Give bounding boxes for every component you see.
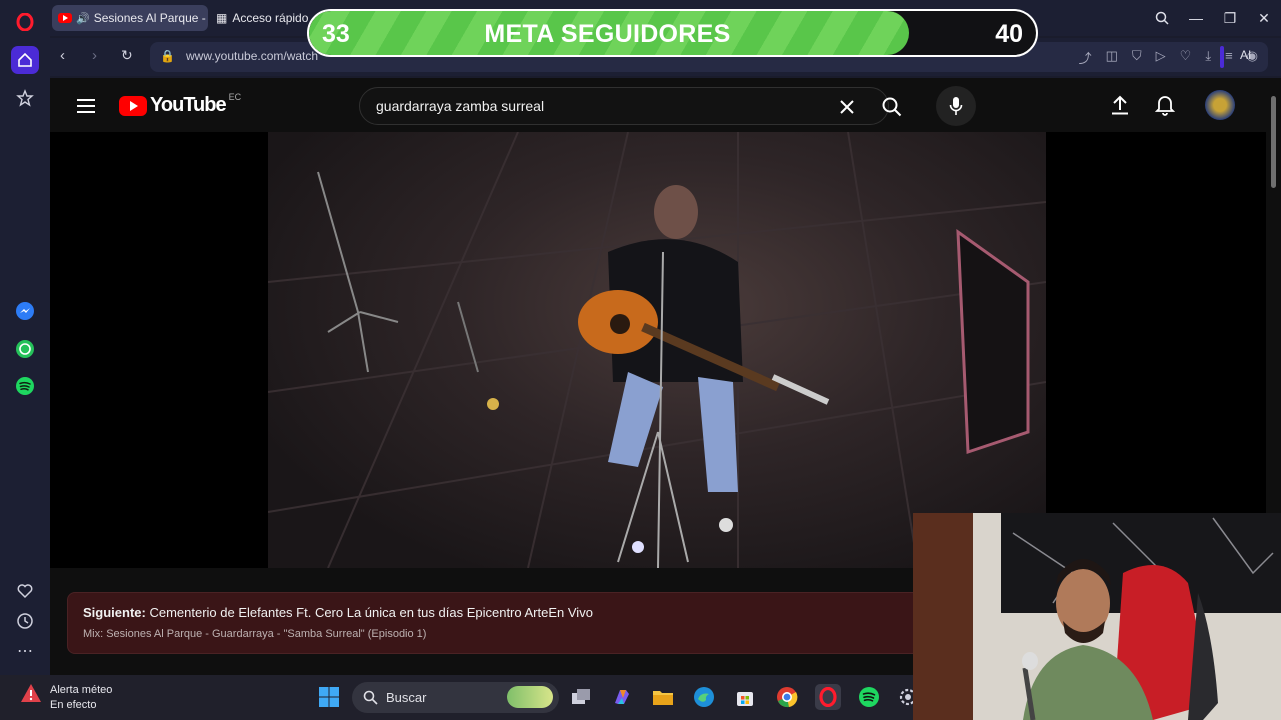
country-code: EC (228, 91, 242, 102)
address-actions: ⤴ ◫ ⛉ ▷ ♡ ⤓ ≡ ◉ (1079, 48, 1258, 67)
hamburger-menu-icon[interactable] (74, 94, 98, 118)
lock-icon[interactable]: 🔒 (160, 49, 175, 63)
camera-icon[interactable]: ◫ (1106, 48, 1118, 67)
webcam-overlay (913, 513, 1281, 720)
search-highlight-icon (507, 686, 553, 708)
screen: ⋯ 🔊 Sesiones Al Parque - G ▦ Acceso rápi… (0, 0, 1281, 720)
performer-scene (267, 132, 1047, 568)
forward-icon[interactable]: › (92, 47, 97, 64)
youtube-header: YouTube EC (50, 78, 1266, 134)
youtube-logo[interactable]: YouTube EC (119, 91, 242, 117)
goal-target: 40 (995, 20, 1023, 48)
url-text: www.youtube.com/watch (186, 49, 319, 63)
bell-icon[interactable] (1153, 93, 1177, 117)
search-tabs-icon[interactable] (1145, 0, 1179, 36)
tab-label: Sesiones Al Parque - G (93, 11, 208, 25)
up-next-card[interactable]: Siguiente: Cementerio de Elefantes Ft. C… (67, 592, 927, 654)
play-icon[interactable]: ▷ (1156, 48, 1166, 67)
maximize-button[interactable]: ❐ (1213, 0, 1247, 36)
grid-icon: ▦ (216, 11, 228, 25)
tab-label: Acceso rápido (232, 11, 309, 25)
messenger-icon[interactable] (11, 297, 39, 325)
menu-icon[interactable]: ≡ (1225, 48, 1233, 67)
download-icon[interactable]: ⤓ (1205, 48, 1211, 67)
sidebar-accent (1220, 46, 1224, 68)
back-icon[interactable]: ‹ (60, 47, 65, 64)
warning-icon (21, 684, 41, 702)
taskbar-search-label: Buscar (386, 690, 427, 705)
speaker-icon[interactable]: 🔊 (76, 12, 90, 25)
opera-taskbar-icon[interactable] (815, 684, 841, 710)
up-next-title-line: Siguiente: Cementerio de Elefantes Ft. C… (83, 605, 593, 620)
weather-widget[interactable]: Alerta méteo En efecto (20, 683, 112, 713)
more-icon[interactable]: ⋯ (11, 637, 39, 665)
task-view-icon[interactable] (568, 684, 594, 710)
history-icon[interactable] (11, 607, 39, 635)
windows-start-icon[interactable] (316, 684, 342, 710)
follower-goal-overlay: 33 META SEGUIDORES 40 (307, 9, 1038, 57)
clear-search-icon[interactable] (836, 96, 858, 118)
youtube-icon (58, 13, 72, 23)
heart-icon[interactable] (11, 577, 39, 605)
favorite-icon[interactable]: ♡ (1180, 48, 1192, 67)
chrome-icon[interactable] (774, 684, 800, 710)
streamer-webcam (913, 513, 1281, 720)
upload-icon[interactable] (1108, 93, 1132, 117)
reload-icon[interactable]: ↻ (121, 47, 133, 64)
opera-sidebar: ⋯ (0, 0, 50, 675)
youtube-icon (119, 95, 147, 116)
opera-logo-icon[interactable] (11, 8, 39, 36)
avatar[interactable] (1205, 90, 1235, 120)
shield-icon[interactable]: ⛉ (1132, 48, 1142, 67)
share-icon[interactable]: ⤴ (1079, 48, 1092, 67)
store-icon[interactable] (732, 684, 758, 710)
scrollbar-thumb[interactable] (1271, 96, 1276, 188)
logo-text: YouTube (150, 94, 227, 116)
search-input[interactable] (376, 98, 816, 114)
video-frame (267, 132, 1047, 568)
tab-quick-access[interactable]: ▦ Acceso rápido (210, 5, 310, 31)
minimize-button[interactable]: — (1179, 0, 1213, 36)
search-icon[interactable] (880, 95, 904, 119)
ai-button[interactable]: AI (1240, 48, 1251, 62)
up-next-playlist: Mix: Sesiones Al Parque - Guardarraya - … (83, 628, 427, 640)
tab-youtube[interactable]: 🔊 Sesiones Al Parque - G (52, 5, 208, 31)
spotify-icon[interactable] (11, 372, 39, 400)
up-next-title: Cementerio de Elefantes Ft. Cero La únic… (149, 605, 593, 620)
window-controls: — ❐ ✕ (1145, 0, 1281, 36)
whatsapp-icon[interactable] (11, 335, 39, 363)
goal-title: META SEGUIDORES (484, 20, 731, 48)
search-box (359, 87, 902, 125)
copilot-icon[interactable] (609, 684, 635, 710)
search-icon (363, 690, 378, 705)
star-icon[interactable] (11, 84, 39, 112)
close-button[interactable]: ✕ (1247, 0, 1281, 36)
weather-subtitle: En efecto (50, 699, 97, 711)
weather-title: Alerta méteo (50, 684, 113, 696)
home-icon[interactable] (11, 46, 39, 74)
file-explorer-icon[interactable] (650, 684, 676, 710)
taskbar-search[interactable]: Buscar (352, 682, 559, 713)
edge-icon[interactable] (691, 684, 717, 710)
spotify-taskbar-icon[interactable] (856, 684, 882, 710)
video-player[interactable] (50, 132, 1266, 568)
up-next-prefix: Siguiente: (83, 605, 146, 620)
microphone-icon[interactable] (936, 86, 976, 126)
